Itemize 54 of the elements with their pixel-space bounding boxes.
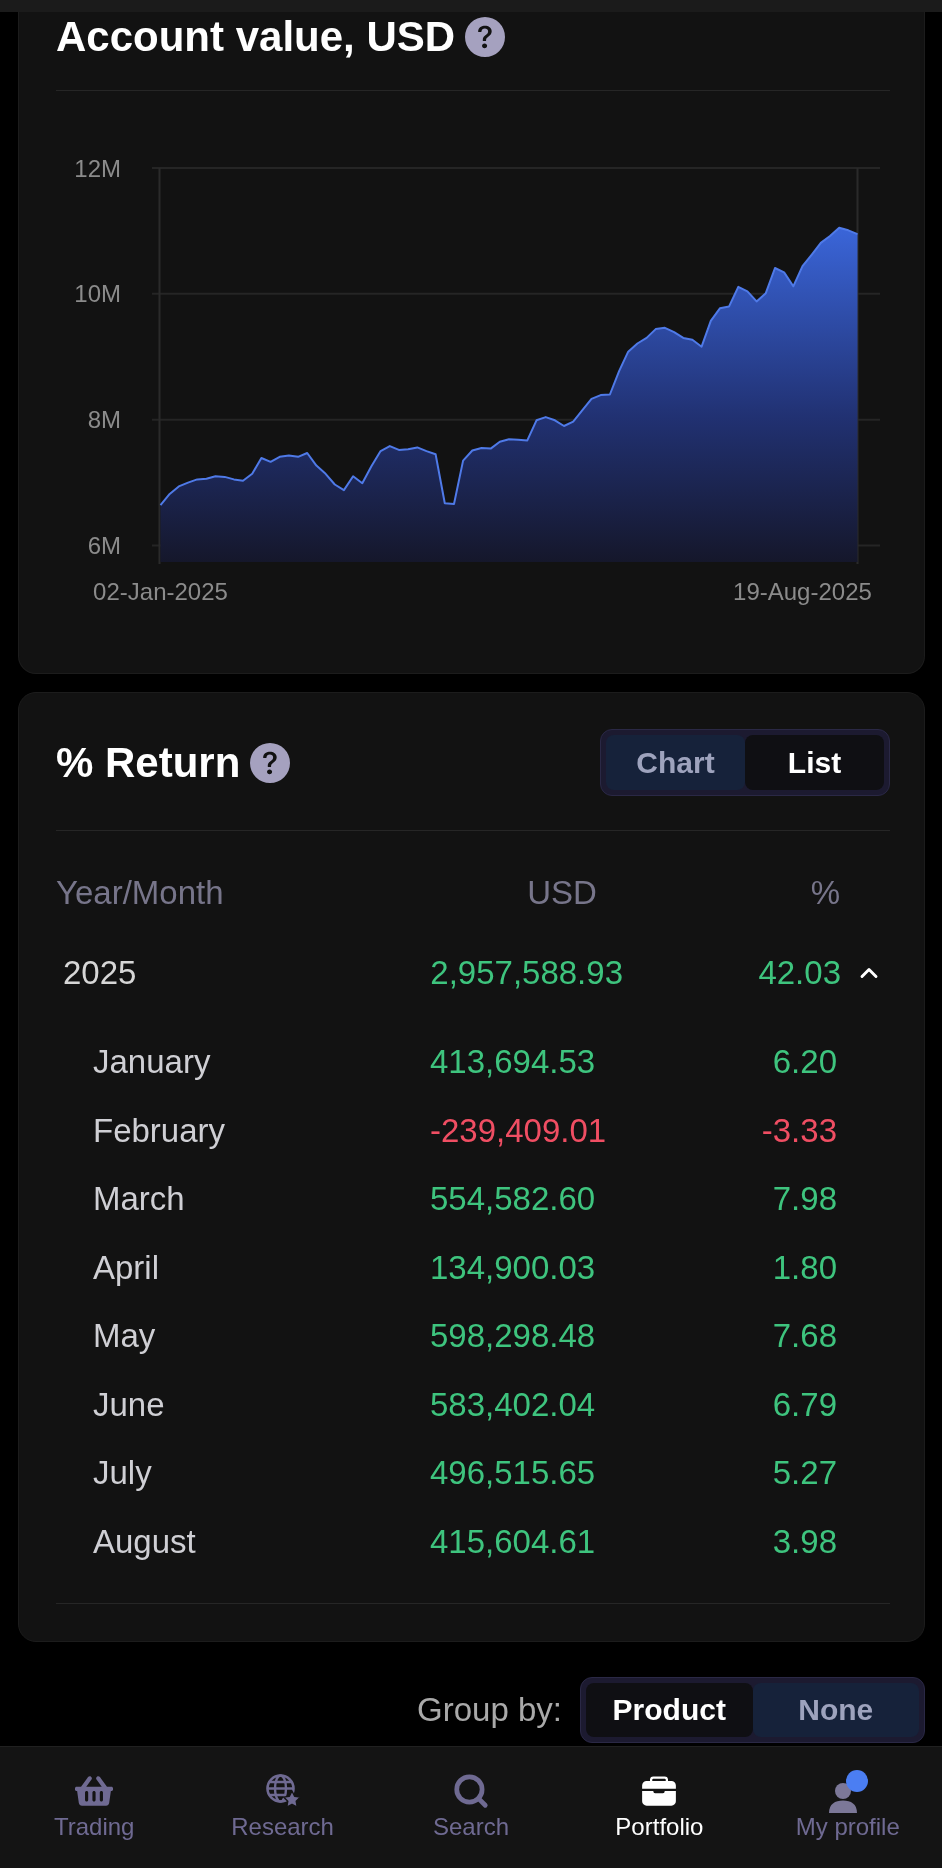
percent-cell-text: 5.27 (771, 1453, 837, 1494)
usd-cell-text: 2,957,588.93 (429, 953, 623, 994)
group-by-option[interactable]: None (752, 1683, 919, 1737)
globe-star-icon (264, 1773, 301, 1809)
month-cell-text: August (93, 1521, 197, 1562)
y-axis-label: 12M (74, 154, 121, 182)
percent-cell-text: -3.33 (760, 1110, 837, 1151)
percent-cell-text: 6.79 (771, 1384, 837, 1425)
usd-cell-text: 496,515.65 (430, 1453, 597, 1494)
month-cell-text: March (93, 1179, 186, 1220)
nav-tab[interactable]: Search (376, 1747, 566, 1868)
month-cell-text: February (93, 1110, 227, 1151)
percent-cell-text: 3.98 (771, 1521, 837, 1562)
x-axis-label: 19-Aug-2025 (733, 578, 872, 605)
month-cell-text: June (93, 1384, 166, 1425)
y-axis-label: 6M (87, 532, 121, 559)
y-axis-label: 8M (87, 406, 121, 434)
percent-cell-text: 6.20 (771, 1042, 837, 1083)
percent-cell-text: 1.80 (771, 1247, 837, 1288)
month-cell-text: January (93, 1042, 212, 1083)
usd-cell-text: 413,694.53 (430, 1042, 597, 1083)
nav-tab[interactable]: My profile (753, 1747, 942, 1868)
usd-cell-text: -239,409.01 (430, 1110, 608, 1151)
view-toggle-tab[interactable]: Chart (606, 735, 745, 790)
month-cell-text: April (93, 1247, 161, 1288)
nav-tab[interactable]: Research (188, 1747, 377, 1868)
view-toggle-tab[interactable]: List (745, 735, 884, 790)
briefcase-icon (640, 1773, 679, 1809)
nav-tab[interactable]: Trading (0, 1747, 189, 1868)
usd-cell-text: 415,604.61 (430, 1521, 597, 1562)
card-title: Account value, USD (56, 16, 456, 58)
group-by-label: Group by: (417, 1690, 562, 1730)
usd-cell-text: 134,900.03 (430, 1247, 597, 1288)
year-cell-text: 2025 (63, 953, 138, 994)
percent-cell-text: 7.98 (771, 1179, 837, 1220)
search-icon (452, 1772, 490, 1810)
column-header: USD (526, 873, 598, 914)
help-icon[interactable] (465, 17, 506, 57)
usd-cell-text: 598,298.48 (430, 1316, 597, 1357)
percent-cell-text: 42.03 (757, 953, 841, 994)
usd-cell-text: 554,582.60 (430, 1179, 597, 1220)
month-cell-text: July (93, 1453, 153, 1494)
basket-icon (75, 1774, 114, 1808)
usd-cell-text: 583,402.04 (430, 1384, 597, 1425)
month-cell-text: May (93, 1316, 157, 1357)
column-header: Year/Month (56, 873, 225, 914)
percent-cell-text: 7.68 (771, 1316, 837, 1357)
x-axis-label: 02-Jan-2025 (93, 578, 228, 605)
card-title: % Return (56, 741, 241, 784)
y-axis-label: 10M (74, 280, 121, 308)
column-header: % (809, 873, 840, 914)
nav-tab[interactable]: Portfolio (565, 1747, 754, 1868)
group-by-option[interactable]: Product (586, 1683, 753, 1737)
help-icon[interactable] (250, 742, 291, 783)
